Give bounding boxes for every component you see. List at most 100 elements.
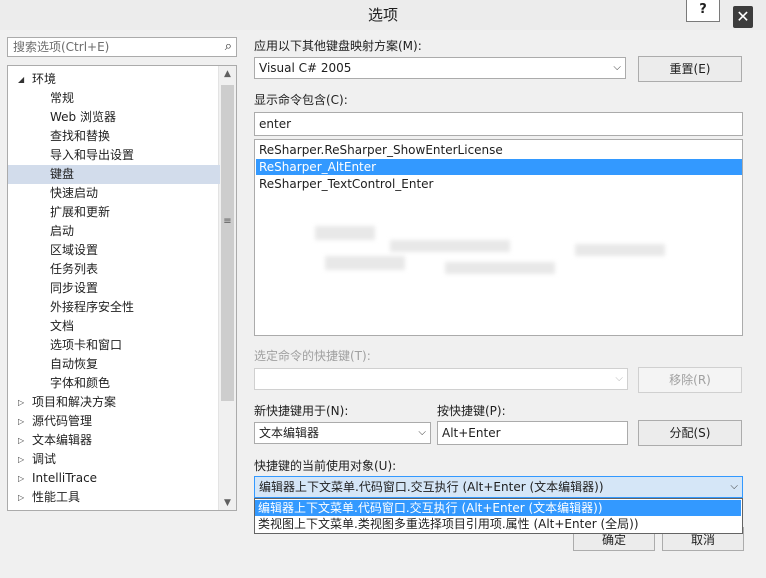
tree-item[interactable]: ▷ 性能工具 <box>8 488 220 507</box>
tree-item-label: 调试 <box>32 452 57 466</box>
tree-item[interactable]: ▷ 调试 <box>8 450 220 469</box>
tree-item[interactable]: 导入和导出设置 <box>8 146 220 165</box>
command-list-item[interactable]: ReSharper.ReSharper_ShowEnterLicense <box>256 142 742 158</box>
tree-item-label: 自动恢复 <box>50 357 99 371</box>
tree-item[interactable]: 文档 <box>8 317 220 336</box>
tree-item-label: 同步设置 <box>50 281 99 295</box>
chevron-down-icon: ⌵ <box>613 62 621 73</box>
dropdown-option[interactable]: 类视图上下文菜单.类视图多重选择项目引用项.属性 (Alt+Enter (全局)… <box>255 516 741 532</box>
cancel-label: 取消 <box>690 533 715 547</box>
scroll-down-icon[interactable]: ▼ <box>219 495 236 510</box>
tree-item-label: 扩展和更新 <box>50 205 111 219</box>
currently-used-select[interactable]: 编辑器上下文菜单.代码窗口.交互执行 (Alt+Enter (文本编辑器)) ⌵ <box>254 476 743 498</box>
command-list-item[interactable]: ReSharper_AltEnter <box>256 159 742 175</box>
mapping-scheme-value: Visual C# 2005 <box>259 61 352 75</box>
collapsed-arrow-icon[interactable]: ▷ <box>18 412 24 431</box>
tree-item[interactable]: 查找和替换 <box>8 127 220 146</box>
search-placeholder: 搜索选项(Ctrl+E) <box>13 40 110 54</box>
tree-item-label: 查找和替换 <box>50 129 111 143</box>
tree-item-label: 源代码管理 <box>32 414 93 428</box>
press-keys-input[interactable]: Alt+Enter <box>437 421 628 445</box>
close-icon[interactable]: ✕ <box>733 6 753 28</box>
tree-item-label: 任务列表 <box>50 262 99 276</box>
selected-shortcut-label: 选定命令的快捷键(T): <box>254 349 371 363</box>
tree-item[interactable]: 外接程序安全性 <box>8 298 220 317</box>
search-input[interactable]: 搜索选项(Ctrl+E) ⌕ <box>7 37 237 57</box>
tree-item[interactable]: 任务列表 <box>8 260 220 279</box>
command-filter-input[interactable]: enter <box>254 112 743 136</box>
dropdown-option[interactable]: 编辑器上下文菜单.代码窗口.交互执行 (Alt+Enter (文本编辑器)) <box>255 500 741 516</box>
tree-item-label: 环境 <box>32 72 57 86</box>
tree-item-label: 键盘 <box>50 167 75 181</box>
use-in-value: 文本编辑器 <box>259 426 320 440</box>
use-in-select[interactable]: 文本编辑器 ⌵ <box>254 422 431 444</box>
scroll-thumb[interactable] <box>221 85 234 401</box>
remove-button[interactable]: 移除(R) <box>638 367 742 393</box>
collapsed-arrow-icon[interactable]: ▷ <box>18 393 24 412</box>
blurred-region <box>575 244 665 256</box>
tree-item-label: 性能工具 <box>32 490 81 504</box>
tree-item[interactable]: 启动 <box>8 222 220 241</box>
currently-used-label: 快捷键的当前使用对象(U): <box>254 459 397 473</box>
collapsed-arrow-icon[interactable]: ▷ <box>18 488 24 507</box>
command-list[interactable]: ReSharper.ReSharper_ShowEnterLicense ReSh… <box>254 139 743 336</box>
selected-shortcut-select[interactable]: ⌵ <box>254 368 628 390</box>
show-commands-label: 显示命令包含(C): <box>254 93 348 107</box>
chevron-down-icon: ⌵ <box>615 373 623 384</box>
ok-label: 确定 <box>601 533 626 547</box>
window-title: 选项 <box>367 6 398 24</box>
mapping-scheme-select[interactable]: Visual C# 2005 ⌵ <box>254 57 626 79</box>
tree-item[interactable]: ◢ 环境 <box>8 70 220 89</box>
tree-item[interactable]: Web 浏览器 <box>8 108 220 127</box>
tree-item-label: 文档 <box>50 319 75 333</box>
tree-item[interactable]: 快速启动 <box>8 184 220 203</box>
tree-item[interactable]: 同步设置 <box>8 279 220 298</box>
blurred-region <box>390 240 510 252</box>
blurred-region <box>315 226 375 240</box>
tree-item-label: 启动 <box>50 224 75 238</box>
scroll-grip-icon: ≡ <box>223 216 232 227</box>
tree-item[interactable]: ▷ IntelliTrace <box>8 469 220 488</box>
tree-item[interactable]: ▷ 源代码管理 <box>8 412 220 431</box>
tree-item-label: 导入和导出设置 <box>50 148 135 162</box>
tree-item[interactable]: 区域设置 <box>8 241 220 260</box>
search-icon[interactable]: ⌕ <box>225 39 232 55</box>
tree-item[interactable]: 字体和颜色 <box>8 374 220 393</box>
tree-item-label: 选项卡和窗口 <box>50 338 123 352</box>
tree-item[interactable]: ▷ 项目和解决方案 <box>8 393 220 412</box>
currently-used-dropdown[interactable]: 编辑器上下文菜单.代码窗口.交互执行 (Alt+Enter (文本编辑器)) 类视… <box>254 498 743 534</box>
tree-item-label: IntelliTrace <box>32 471 98 485</box>
tree-item[interactable]: 扩展和更新 <box>8 203 220 222</box>
tree-item-label: 区域设置 <box>50 243 99 257</box>
chevron-down-icon: ⌵ <box>418 427 426 438</box>
tree-item[interactable]: 键盘 <box>8 165 220 184</box>
tree-item-label: 常规 <box>50 91 75 105</box>
scroll-up-icon[interactable]: ▲ <box>219 66 236 83</box>
tree-item[interactable]: ▷ 文本编辑器 <box>8 431 220 450</box>
assign-button[interactable]: 分配(S) <box>638 420 742 446</box>
chevron-down-icon: ⌵ <box>730 481 738 492</box>
help-button[interactable]: ? <box>686 0 720 22</box>
collapsed-arrow-icon[interactable]: ▷ <box>18 450 24 469</box>
reset-button[interactable]: 重置(E) <box>638 56 742 82</box>
collapsed-arrow-icon[interactable]: ▷ <box>18 469 24 488</box>
tree-item-label: 字体和颜色 <box>50 376 111 390</box>
tree-item-label: 文本编辑器 <box>32 433 93 447</box>
collapsed-arrow-icon[interactable]: ▷ <box>18 431 24 450</box>
press-keys-label: 按快捷键(P): <box>437 404 506 418</box>
tree-item[interactable]: 常规 <box>8 89 220 108</box>
expanded-arrow-icon[interactable]: ◢ <box>18 70 24 89</box>
mapping-label: 应用以下其他键盘映射方案(M): <box>254 39 422 53</box>
tree-item[interactable]: 选项卡和窗口 <box>8 336 220 355</box>
use-in-label: 新快捷键用于(N): <box>254 404 349 418</box>
currently-used-value: 编辑器上下文菜单.代码窗口.交互执行 (Alt+Enter (文本编辑器)) <box>259 480 604 494</box>
tree-item-label: 外接程序安全性 <box>50 300 135 314</box>
command-list-item[interactable]: ReSharper_TextControl_Enter <box>256 176 742 192</box>
tree-item-label: 快速启动 <box>50 186 99 200</box>
options-tree[interactable]: ▲ ≡ ▼ ◢ 环境常规 Web 浏览器 查找和替换导入和导出设置 键盘快速启动扩展和更… <box>7 65 237 511</box>
blurred-region <box>325 256 405 270</box>
tree-scrollbar[interactable]: ▲ ≡ ▼ <box>218 66 236 510</box>
tree-item-label: Web 浏览器 <box>50 110 116 124</box>
tree-item[interactable]: 自动恢复 <box>8 355 220 374</box>
tree-item-label: 项目和解决方案 <box>32 395 117 409</box>
